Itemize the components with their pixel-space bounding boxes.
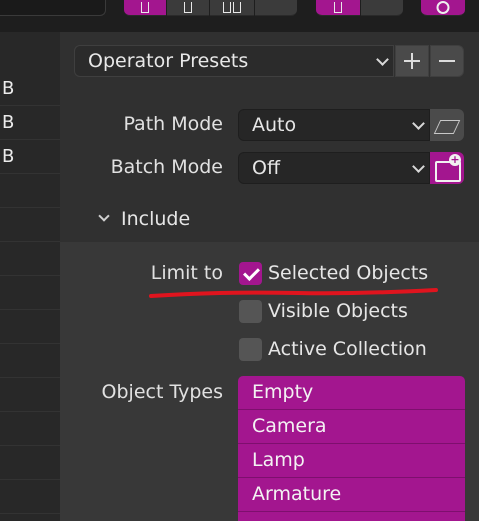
- active-collection-checkbox[interactable]: [239, 338, 262, 361]
- mode-icon: [222, 2, 231, 13]
- add-preset-button[interactable]: [395, 45, 429, 77]
- gear-icon: [436, 1, 450, 14]
- mode-button-3[interactable]: [210, 0, 254, 16]
- top-input-field[interactable]: [0, 0, 106, 16]
- visible-objects-label: Visible Objects: [268, 300, 408, 322]
- object-type-lamp[interactable]: Lamp: [238, 444, 465, 478]
- mode-icon: [184, 2, 192, 13]
- divider: [0, 241, 60, 242]
- divider: [0, 275, 60, 276]
- divider: [0, 207, 60, 208]
- batch-mode-value: Off: [252, 157, 281, 179]
- operator-presets-label: Operator Presets: [88, 50, 249, 72]
- list-item-label: B: [2, 146, 15, 167]
- chevron-down-icon: [412, 117, 425, 130]
- shading-button-2[interactable]: [361, 0, 403, 16]
- active-collection-label: Active Collection: [268, 338, 427, 360]
- path-mode-dropdown[interactable]: Auto: [238, 109, 430, 141]
- divider: [0, 513, 60, 514]
- chevron-down-icon: [376, 53, 389, 66]
- shading-button-1[interactable]: [316, 0, 360, 16]
- mode-icon: [233, 2, 242, 13]
- chevron-down-icon: [412, 160, 425, 173]
- include-section-header[interactable]: Include: [121, 208, 190, 230]
- divider: [0, 411, 60, 412]
- list-item[interactable]: B: [0, 140, 60, 173]
- divider: [0, 173, 60, 174]
- mode-icon: [141, 2, 149, 13]
- object-type-next[interactable]: [238, 512, 465, 521]
- path-mode-icon-button[interactable]: [430, 109, 464, 141]
- settings-button[interactable]: [421, 0, 465, 16]
- remove-preset-button[interactable]: [430, 45, 464, 77]
- divider: [0, 309, 60, 310]
- cube-icon: [433, 120, 461, 134]
- batch-mode-label: Batch Mode: [110, 156, 223, 178]
- batch-mode-dropdown[interactable]: Off: [238, 152, 430, 184]
- object-type-camera[interactable]: Camera: [238, 410, 465, 444]
- divider: [0, 479, 60, 480]
- selected-objects-label: Selected Objects: [268, 262, 429, 284]
- divider: [0, 445, 60, 446]
- object-type-empty[interactable]: Empty: [238, 376, 465, 410]
- operator-presets-dropdown[interactable]: Operator Presets: [74, 45, 394, 77]
- list-item-label: B: [2, 78, 15, 99]
- path-mode-label: Path Mode: [123, 113, 223, 135]
- divider: [0, 377, 60, 378]
- divider: [0, 343, 60, 344]
- list-item[interactable]: B: [0, 72, 60, 105]
- batch-folder-button[interactable]: +: [430, 152, 464, 184]
- check-icon: [243, 264, 260, 281]
- shading-icon: [334, 2, 342, 13]
- list-item[interactable]: B: [0, 106, 60, 139]
- object-types-label: Object Types: [101, 381, 223, 403]
- selected-objects-checkbox[interactable]: [239, 262, 262, 285]
- path-mode-value: Auto: [252, 114, 297, 136]
- visible-objects-checkbox[interactable]: [239, 300, 262, 323]
- minus-icon: [439, 60, 455, 62]
- mode-button-4[interactable]: [255, 0, 297, 16]
- mode-button-2[interactable]: [167, 0, 209, 16]
- limit-to-label: Limit to: [150, 262, 223, 284]
- object-type-armature[interactable]: Armature: [238, 478, 465, 512]
- list-item-label: B: [2, 112, 15, 133]
- mode-button-1[interactable]: [124, 0, 166, 16]
- red-underline-annotation: [149, 288, 438, 298]
